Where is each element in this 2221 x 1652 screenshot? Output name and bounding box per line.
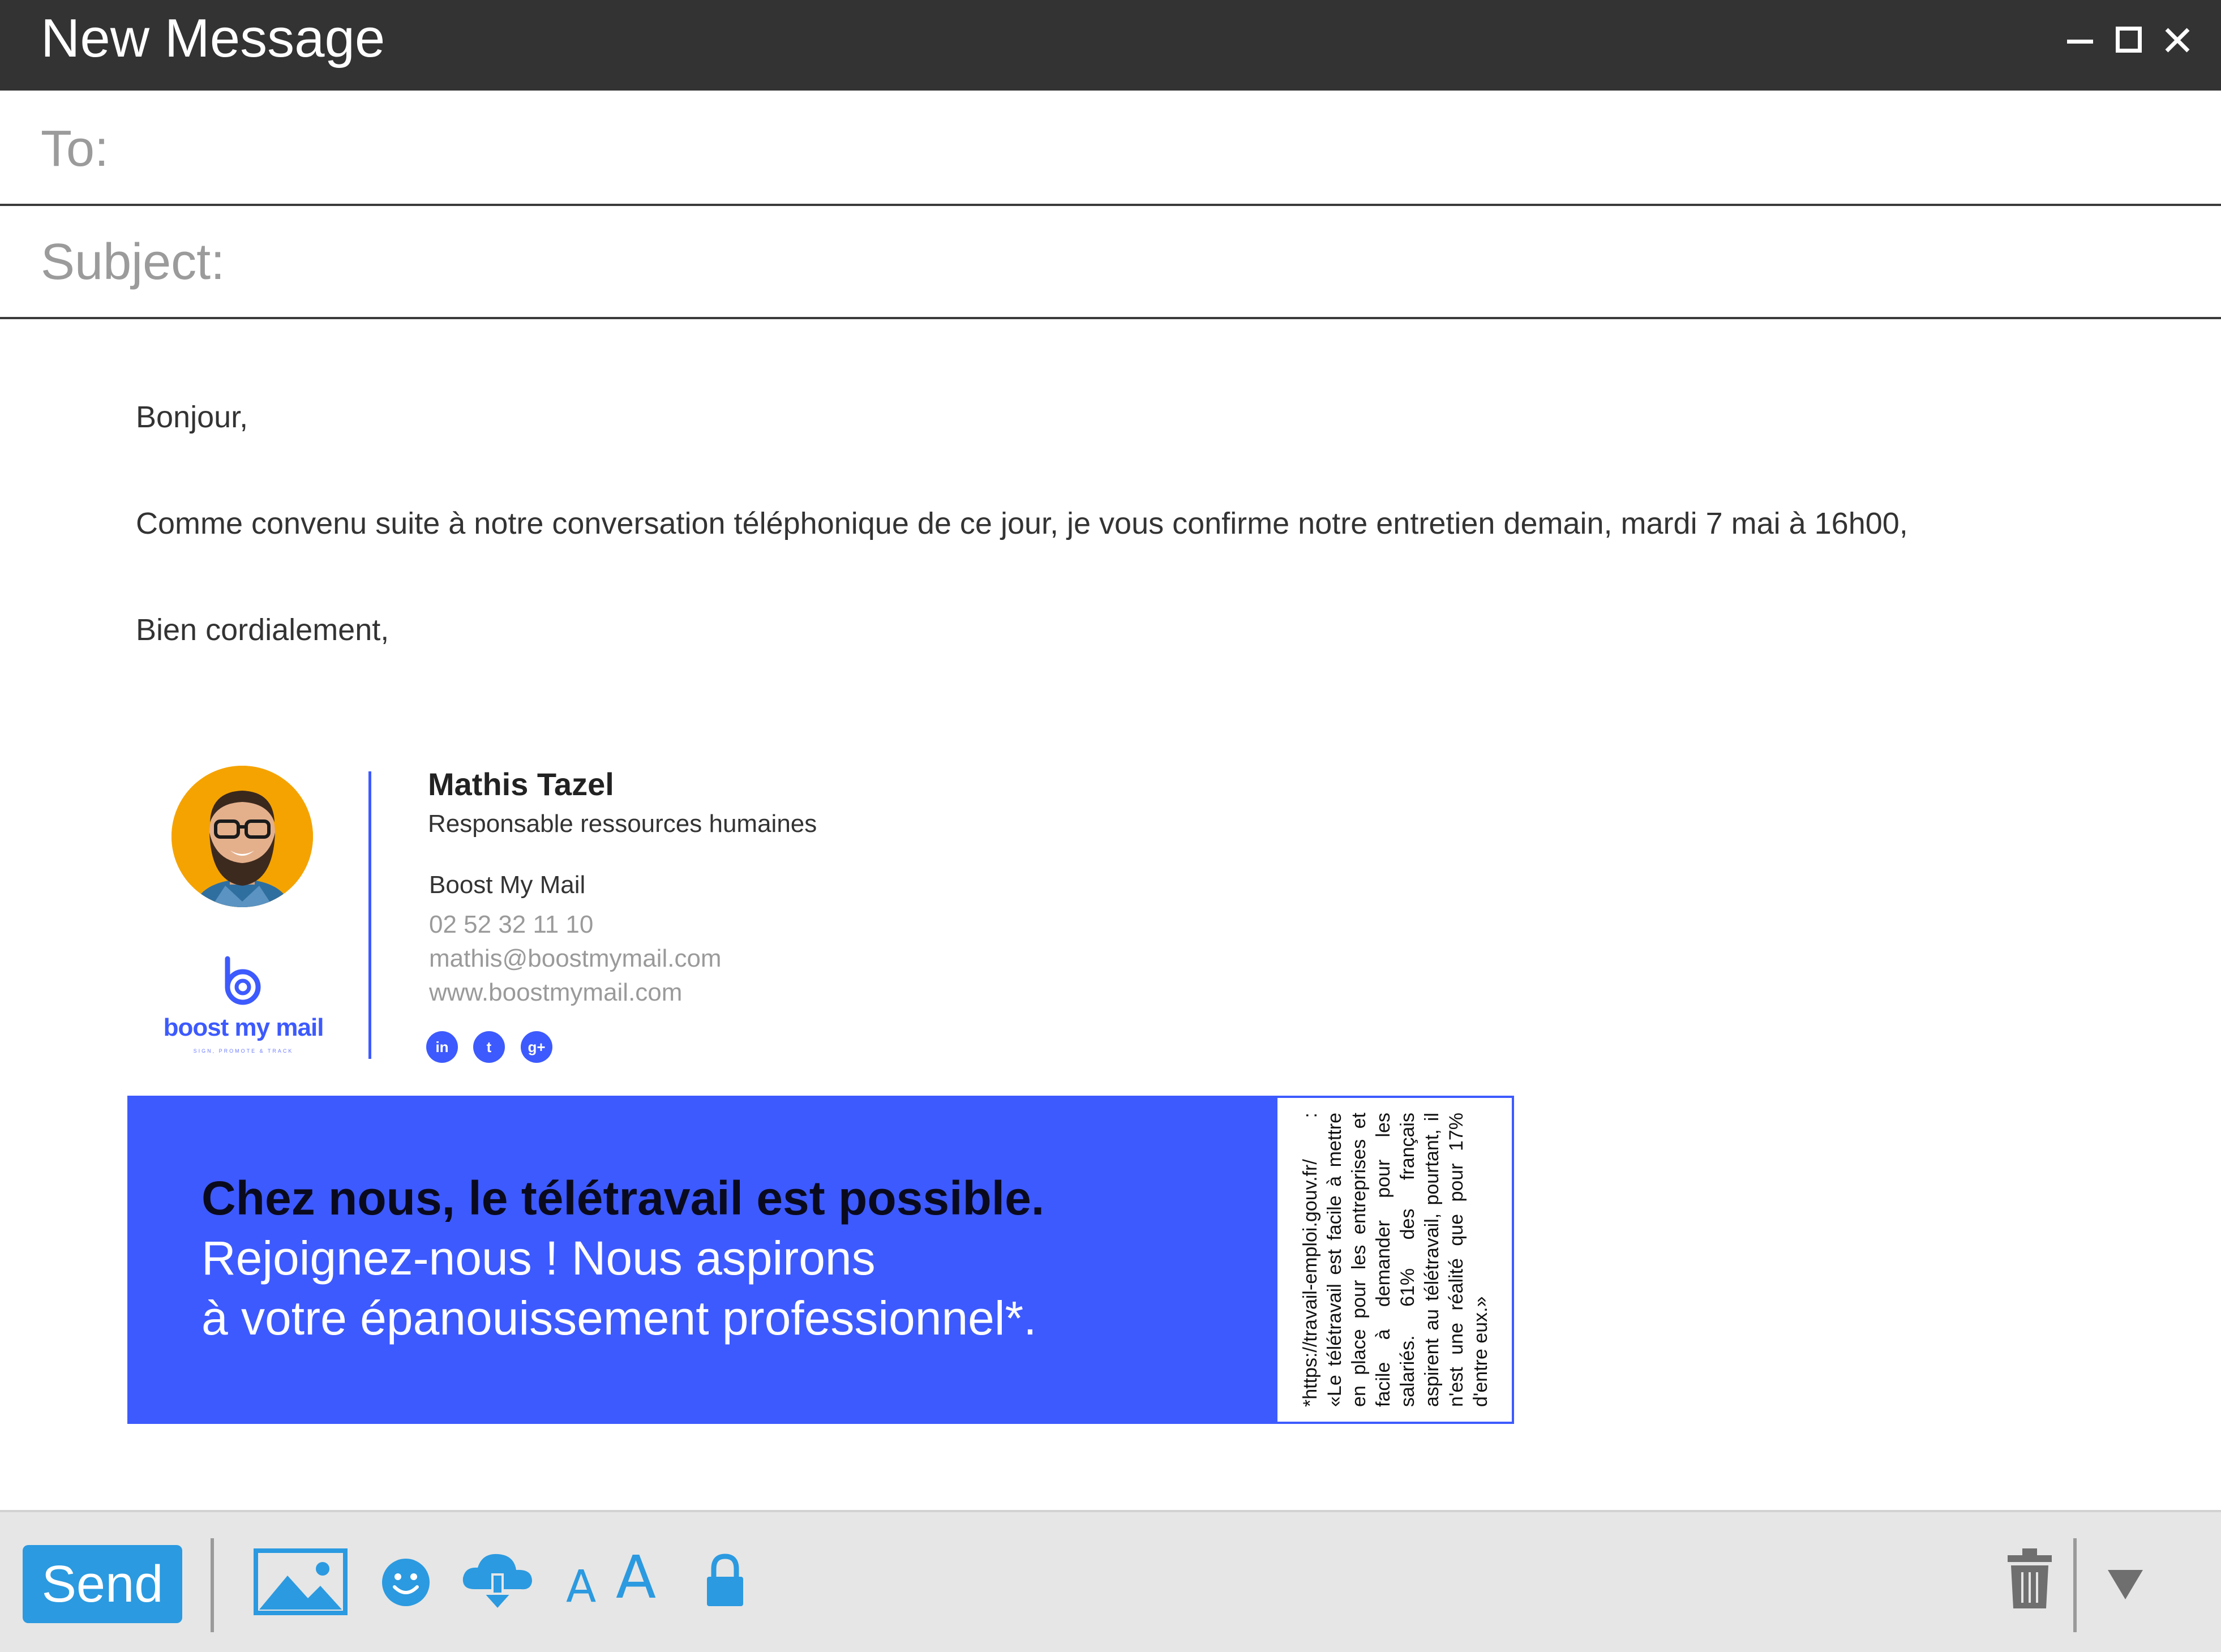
signature-phone[interactable]: 02 52 32 11 10 [429,908,593,942]
compose-window: New Message To: Subject: Bonjour, Comme … [0,0,2221,1652]
avatar-portrait [171,766,313,907]
title-bar: New Message [0,0,2221,91]
maximize-icon[interactable] [2116,23,2142,57]
to-row: To: [0,93,2221,206]
signature-website[interactable]: www.boostmymail.com [429,976,682,1010]
twitter-icon[interactable]: t [473,1031,505,1063]
signature-name: Mathis Tazel [428,766,614,802]
image-icon[interactable] [254,1548,348,1615]
subject-label: Subject: [41,234,225,290]
cloud-download-icon[interactable] [461,1550,534,1612]
trash-icon[interactable] [2006,1547,2053,1610]
font-size-small-icon[interactable]: A [566,1564,596,1610]
banner-subline-1: Rejoignez-nous ! Nous aspirons [201,1232,876,1285]
body-main-text[interactable]: Comme convenu suite à notre conversation… [136,504,1908,543]
window-title: New Message [41,8,385,68]
emoji-icon[interactable] [381,1557,431,1607]
toolbar-divider-right [2073,1538,2077,1632]
more-options-icon[interactable] [2107,1568,2144,1600]
body-greeting[interactable]: Bonjour, [136,397,248,437]
minimize-icon[interactable] [2067,23,2093,57]
linkedin-icon[interactable]: in [426,1031,458,1063]
google-plus-icon[interactable]: g+ [521,1031,552,1063]
signature-divider [368,771,371,1059]
signature-email[interactable]: mathis@boostmymail.com [429,942,722,976]
close-icon[interactable] [2163,23,2192,57]
compose-toolbar: Send A A [0,1510,2221,1652]
banner-footnote-panel: *https://travail-emploi.gouv.fr/ : «Le t… [1277,1098,1514,1422]
body-closing[interactable]: Bien cordialement, [136,610,389,650]
boost-logo-text: boost my mail [163,1014,324,1041]
banner-subline-2: à votre épanouissement professionnel*. [201,1291,1037,1345]
promo-banner[interactable]: Chez nous, le télétravail est possible. … [127,1096,1514,1424]
subject-input[interactable] [238,229,2164,292]
signature-company: Boost My Mail [429,871,586,899]
font-size-large-icon[interactable]: A [616,1546,656,1608]
banner-main-panel: Chez nous, le télétravail est possible. … [130,1098,1277,1422]
to-label: To: [41,121,109,177]
to-input[interactable] [238,115,2164,179]
boost-logo-tagline: SIGN, PROMOTE & TRACK [193,1048,294,1054]
banner-footnote: *https://travail-emploi.gouv.fr/ : «Le t… [1300,1113,1491,1407]
toolbar-divider [211,1538,214,1632]
boost-logo-icon [225,956,261,1005]
send-button[interactable]: Send [23,1545,182,1623]
lock-icon[interactable] [705,1553,745,1607]
avatar [171,766,313,907]
close-x-glyph [2165,28,2190,53]
signature-role: Responsable ressources humaines [428,810,817,838]
subject-row: Subject: [0,206,2221,319]
banner-headline: Chez nous, le télétravail est possible. [201,1172,1045,1225]
